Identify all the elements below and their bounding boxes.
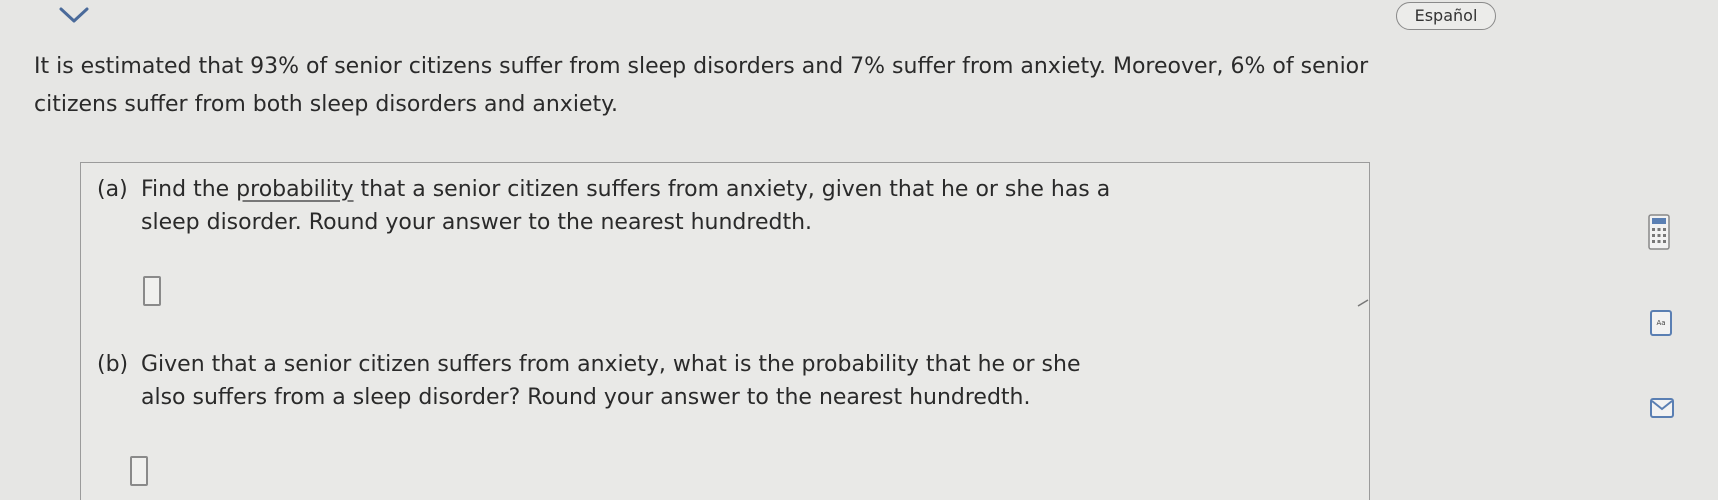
resize-mark-icon <box>1357 299 1369 307</box>
part-a-text-end: that a senior citizen suffers from anxie… <box>353 177 1111 202</box>
probability-link[interactable]: probability <box>236 177 353 202</box>
part-a-question: (a) Find the probability that a senior ci… <box>97 173 1357 239</box>
part-b-line-2: also suffers from a sleep disorder? Roun… <box>141 385 1031 410</box>
language-button[interactable]: Español <box>1396 2 1496 30</box>
intro-line-1: It is estimated that 93% of senior citiz… <box>34 54 1369 79</box>
envelope-icon[interactable] <box>1650 398 1674 418</box>
data-icon[interactable]: Aa <box>1650 310 1672 336</box>
page: Español It is estimated that 93% of seni… <box>0 0 1718 500</box>
part-a-text-start: Find the <box>141 177 237 202</box>
intro-line-2: citizens suffer from both sleep disorder… <box>34 92 618 117</box>
part-a-label: (a) <box>97 177 128 202</box>
part-b-question: (b) Given that a senior citizen suffers f… <box>97 348 1357 414</box>
svg-text:Aa: Aa <box>1656 319 1665 327</box>
part-a-line-2: sleep disorder. Round your answer to the… <box>141 210 813 235</box>
part-b-label: (b) <box>97 352 129 377</box>
part-b-line-1: Given that a senior citizen suffers from… <box>141 352 1081 377</box>
calculator-icon[interactable] <box>1648 214 1670 250</box>
part-a-answer-input[interactable] <box>143 276 161 306</box>
problem-intro: It is estimated that 93% of senior citiz… <box>34 48 1684 124</box>
chevron-down-icon[interactable] <box>58 6 90 24</box>
part-b-answer-input[interactable] <box>130 456 148 486</box>
